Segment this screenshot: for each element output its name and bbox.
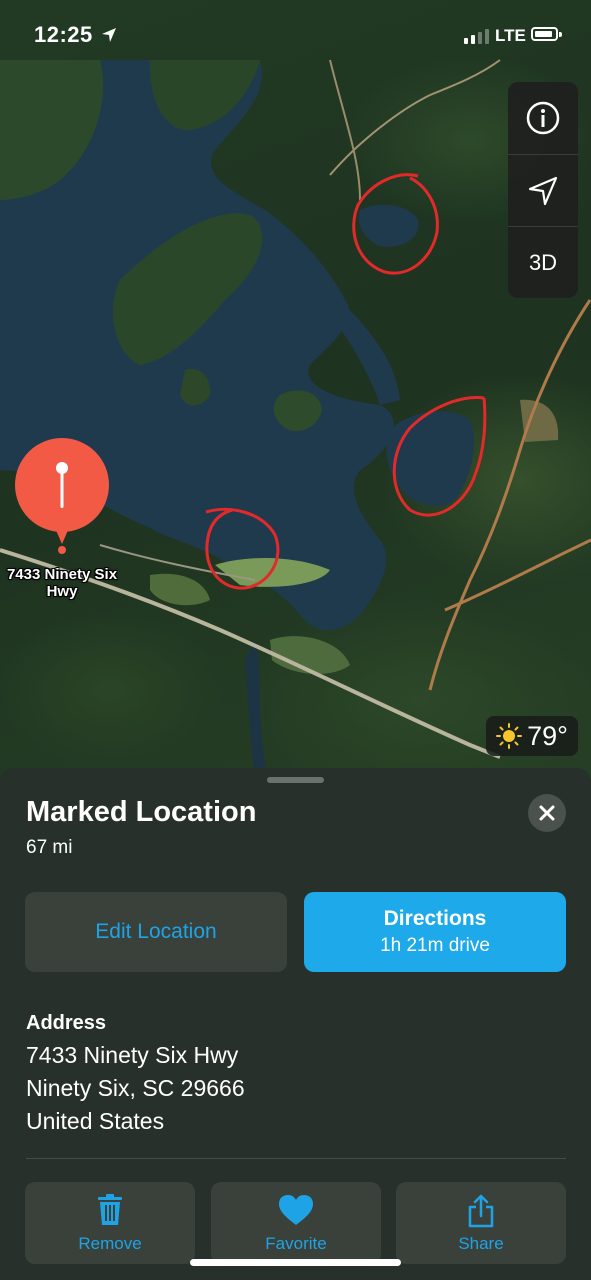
track-location-button[interactable] <box>508 154 578 227</box>
map-controls: 3D <box>508 82 578 298</box>
pin-label: 7433 Ninety Six Hwy <box>6 566 118 600</box>
network-type: LTE <box>495 26 526 45</box>
directions-label: Directions <box>383 907 487 930</box>
lake-arm-east <box>386 411 475 507</box>
location-distance: 67 mi <box>26 837 73 858</box>
divider <box>26 1158 566 1159</box>
temperature: 79° <box>527 720 568 751</box>
lake-channel-east <box>330 300 400 405</box>
home-indicator[interactable] <box>190 1259 401 1266</box>
edit-location-label: Edit Location <box>95 920 217 943</box>
close-button[interactable] <box>528 794 566 832</box>
field-south <box>150 573 210 606</box>
location-title: Marked Location <box>26 796 257 828</box>
3d-label: 3D <box>528 250 558 275</box>
field-southeast <box>270 636 350 675</box>
battery-icon <box>531 27 562 41</box>
info-icon <box>526 101 560 135</box>
address-line: 7433 Ninety Six Hwy <box>26 1042 239 1068</box>
map-view[interactable] <box>0 0 591 790</box>
trash-icon <box>98 1194 122 1225</box>
share-icon <box>468 1194 494 1228</box>
edit-location-button[interactable]: Edit Location <box>25 892 287 972</box>
3d-view-button[interactable]: 3D <box>508 226 578 299</box>
satellite-imagery <box>0 59 591 790</box>
drive-time: 1h 21m drive <box>380 935 490 956</box>
share-label: Share <box>458 1234 504 1253</box>
directions-button[interactable]: Directions 1h 21m drive <box>304 892 566 972</box>
address-line: Ninety Six, SC 29666 <box>26 1075 245 1101</box>
location-services-icon <box>102 28 116 42</box>
road-north <box>329 59 361 201</box>
location-arrow-icon <box>528 176 558 206</box>
map-info-button[interactable] <box>508 82 578 154</box>
lake-arm-north <box>358 204 419 247</box>
status-bar: 12:25 LTE <box>0 0 591 70</box>
share-button[interactable]: Share <box>396 1182 566 1264</box>
sun-icon <box>496 723 523 749</box>
clock: 12:25 <box>34 22 93 47</box>
address-line: United States <box>26 1108 165 1134</box>
favorite-button[interactable]: Favorite <box>211 1182 381 1264</box>
cellular-signal-icon <box>464 28 489 44</box>
location-card: Marked Location 67 mi Edit Location Dire… <box>0 768 591 1280</box>
favorite-label: Favorite <box>265 1234 327 1253</box>
remove-label: Remove <box>78 1234 142 1253</box>
address-header: Address <box>26 1012 107 1034</box>
marked-location-pin[interactable] <box>15 438 109 558</box>
weather-badge: 79° <box>486 716 578 756</box>
close-icon <box>539 805 555 821</box>
shore-north <box>149 60 260 131</box>
heart-icon <box>279 1195 313 1225</box>
road-east-3 <box>444 538 591 612</box>
sheet-grabber[interactable] <box>267 777 324 783</box>
remove-button[interactable]: Remove <box>25 1182 195 1264</box>
